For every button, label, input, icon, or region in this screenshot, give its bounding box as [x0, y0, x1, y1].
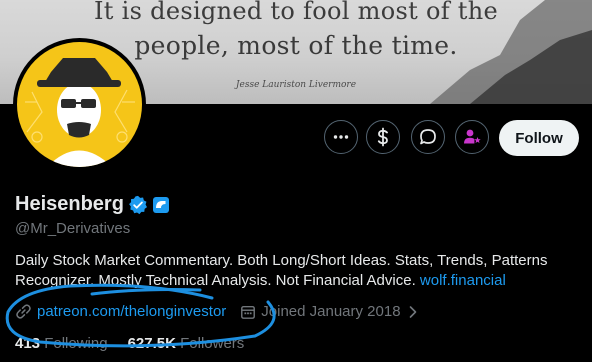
subscribe-icon	[464, 129, 481, 144]
website-link[interactable]: patreon.com/thelonginvestor	[37, 303, 226, 320]
following-count: 413	[15, 335, 41, 352]
banner-quote-line1: It is designed to fool most of the	[93, 0, 499, 25]
profile-actions: Follow	[0, 120, 592, 156]
affiliate-badge-icon[interactable]	[152, 196, 170, 214]
followers-label: Followers	[180, 335, 245, 352]
dollar-tip-icon	[377, 127, 388, 147]
name-row: Heisenberg	[15, 193, 170, 216]
subscribe-notify-button[interactable]	[455, 120, 489, 154]
joined-date: Joined January 2018	[261, 303, 401, 320]
handle: @Mr_Derivatives	[15, 220, 131, 237]
verified-badge-icon[interactable]	[128, 195, 148, 215]
more-button[interactable]	[324, 120, 358, 154]
message-button[interactable]	[411, 120, 445, 154]
bio: Daily Stock Market Commentary. Both Long…	[15, 251, 585, 291]
follow-button[interactable]: Follow	[499, 120, 579, 156]
more-icon	[333, 135, 349, 139]
following-link[interactable]: 413 Following	[15, 335, 108, 352]
bio-link[interactable]: wolf.financial	[420, 272, 506, 289]
calendar-icon	[241, 305, 256, 319]
profile-meta: patreon.com/thelonginvestor Joined Janua…	[15, 303, 419, 320]
tip-button[interactable]	[366, 120, 400, 154]
followers-link[interactable]: 627.5K Followers	[128, 335, 245, 352]
message-icon	[420, 129, 436, 145]
followers-count: 627.5K	[127, 335, 176, 352]
following-label: Following	[44, 335, 108, 352]
chevron-right-icon[interactable]	[407, 305, 419, 319]
display-name: Heisenberg	[15, 193, 124, 215]
link-icon	[16, 304, 31, 319]
follow-stats: 413 Following 627.5K Followers	[15, 335, 244, 352]
